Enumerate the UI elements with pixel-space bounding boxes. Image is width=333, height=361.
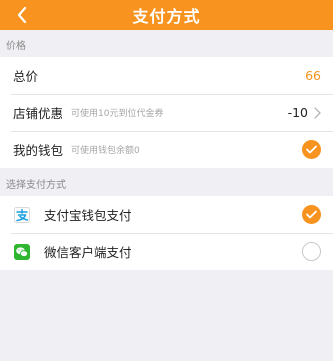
shop-discount-value: -10 [287,105,308,120]
wechat-radio[interactable] [302,242,321,261]
payment-section-label: 选择支付方式 [6,180,66,191]
shop-discount-label: 店铺优惠 [13,106,64,121]
total-row: 总价 66 [0,57,333,94]
wechat-label: 微信客户端支付 [44,245,132,260]
page-title: 支付方式 [132,7,201,26]
chevron-right-icon [314,106,321,119]
payment-group: 支付宝钱包支付 微信客户端支付 [0,196,333,270]
payment-method-wechat[interactable]: 微信客户端支付 [0,233,333,270]
alipay-radio[interactable] [302,205,321,224]
payment-method-alipay[interactable]: 支付宝钱包支付 [0,196,333,233]
wallet-checkbox[interactable] [302,140,321,159]
wallet-label: 我的钱包 [13,143,64,158]
alipay-label: 支付宝钱包支付 [44,208,132,223]
chevron-left-icon [17,7,27,23]
checkmark-icon [306,145,317,154]
price-group: 总价 66 店铺优惠 可使用10元到位代金券 -10 我的钱包 可使用钱包余额0 [0,57,333,168]
price-section-label: 价格 [6,41,26,52]
shop-discount-hint: 可使用10元到位代金券 [71,109,164,119]
total-value: 66 [305,68,321,83]
wallet-hint: 可使用钱包余额0 [71,146,140,156]
checkmark-icon [306,210,317,219]
alipay-icon [14,206,30,223]
wallet-row[interactable]: 我的钱包 可使用钱包余额0 [0,131,333,168]
total-label: 总价 [13,69,39,84]
back-button[interactable] [10,2,34,28]
header-bar: 支付方式 [0,0,333,30]
shop-discount-row[interactable]: 店铺优惠 可使用10元到位代金券 -10 [0,94,333,131]
wechat-icon [14,243,30,260]
